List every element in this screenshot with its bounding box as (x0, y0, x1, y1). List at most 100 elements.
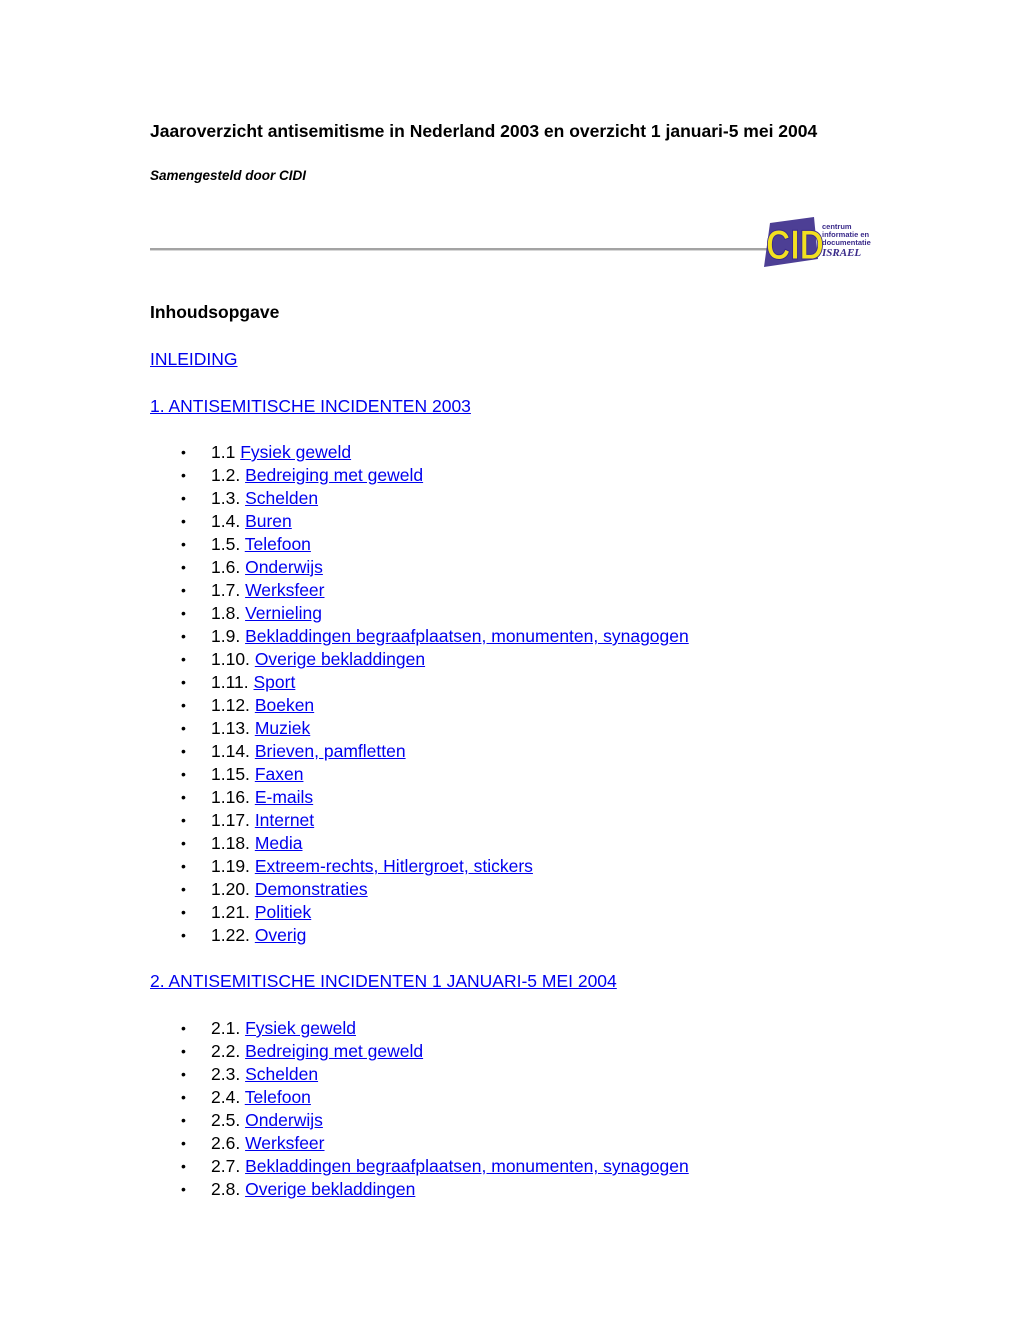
toc-item-number: 1.15. (211, 764, 250, 784)
toc-item-link[interactable]: Schelden (245, 1064, 318, 1084)
bullet-icon: • (181, 789, 186, 805)
toc-list-item: • 1.13. Muziek (150, 717, 689, 740)
toc-item-number: 1.4. (211, 511, 241, 531)
toc-item-link[interactable]: Extreem-rechts, Hitlergroet, stickers (255, 856, 533, 876)
toc-list-item: • 2.3. Schelden (150, 1063, 689, 1086)
toc-list-item: • 1.12. Boeken (150, 694, 689, 717)
toc-list-item: • 1.21. Politiek (150, 901, 689, 924)
toc-list-item: • 2.1. Fysiek geweld (150, 1017, 689, 1040)
toc-list-item: • 1.8. Vernieling (150, 602, 689, 625)
toc-item-link[interactable]: E-mails (255, 787, 313, 807)
bullet-icon: • (181, 927, 186, 943)
toc-list-item: • 2.7. Bekladdingen begraafplaatsen, monu… (150, 1155, 689, 1178)
toc-item-link[interactable]: Bedreiging met geweld (245, 1041, 423, 1061)
toc-list-item: • 1.3. Schelden (150, 487, 689, 510)
toc-link-section-1[interactable]: 1. ANTISEMITISCHE INCIDENTEN 2003 (150, 395, 471, 418)
bullet-icon: • (181, 490, 186, 506)
toc-list-item: • 1.2. Bedreiging met geweld (150, 464, 689, 487)
toc-item-number: 2.5. (211, 1110, 241, 1130)
toc-item-link[interactable]: Brieven, pamfletten (255, 741, 406, 761)
bullet-icon: • (181, 743, 186, 759)
bullet-icon: • (181, 904, 186, 920)
toc-item-number: 2.6. (211, 1133, 241, 1153)
toc-item-link[interactable]: Bekladdingen begraafplaatsen, monumenten… (245, 626, 689, 646)
toc-item-link[interactable]: Overig (255, 925, 307, 945)
toc-item-link[interactable]: Bedreiging met geweld (245, 465, 423, 485)
toc-item-number: 1.9. (211, 626, 241, 646)
toc-item-link[interactable]: Overige bekladdingen (245, 1179, 415, 1199)
toc-heading: Inhoudsopgave (150, 302, 280, 322)
toc-item-number: 1.6. (211, 557, 241, 577)
toc-item-link[interactable]: Overige bekladdingen (255, 649, 425, 669)
toc-item-link[interactable]: Schelden (245, 488, 318, 508)
bullet-icon: • (181, 628, 186, 644)
bullet-icon: • (181, 513, 186, 529)
toc-item-link[interactable]: Buren (245, 511, 292, 531)
toc-list-item: • 1.1 Fysiek geweld (150, 441, 689, 464)
toc-item-number: 1.8. (211, 603, 241, 623)
toc-item-link[interactable]: Sport (254, 672, 296, 692)
toc-item-number: 1.1 (211, 442, 236, 462)
toc-item-link[interactable]: Boeken (255, 695, 314, 715)
toc-sublist-section-2: • 2.1. Fysiek geweld • 2.2. Bedreiging met … (150, 1017, 689, 1201)
toc-list-item: • 2.4. Telefoon (150, 1086, 689, 1109)
toc-item-link[interactable]: Telefoon (245, 534, 311, 554)
bullet-icon: • (181, 674, 186, 690)
toc-item-number: 2.3. (211, 1064, 241, 1084)
toc-list-item: • 2.5. Onderwijs (150, 1109, 689, 1132)
toc-item-link[interactable]: Media (255, 833, 303, 853)
bullet-icon: • (181, 835, 186, 851)
header-divider (150, 248, 770, 251)
toc-list-item: • 2.8. Overige bekladdingen (150, 1178, 689, 1201)
toc-item-link[interactable]: Werksfeer (245, 1133, 324, 1153)
bullet-icon: • (181, 651, 186, 667)
toc-list-item: • 1.10. Overige bekladdingen (150, 648, 689, 671)
bullet-icon: • (181, 1112, 186, 1128)
toc-item-number: 1.5. (211, 534, 241, 554)
toc-item-link[interactable]: Telefoon (245, 1087, 311, 1107)
toc-item-number: 1.13. (211, 718, 250, 738)
toc-item-number: 1.10. (211, 649, 250, 669)
toc-item-link[interactable]: Demonstraties (255, 879, 368, 899)
toc-link-inleiding[interactable]: INLEIDING (150, 348, 238, 371)
toc-item-link[interactable]: Politiek (255, 902, 311, 922)
bullet-icon: • (181, 1135, 186, 1151)
toc-list-item: • 1.19. Extreem-rechts, Hitlergroet, stic… (150, 855, 689, 878)
toc-item-number: 1.12. (211, 695, 250, 715)
toc-item-link[interactable]: Fysiek geweld (240, 442, 351, 462)
toc-item-number: 2.7. (211, 1156, 241, 1176)
toc-item-link[interactable]: Internet (255, 810, 314, 830)
toc-item-link[interactable]: Onderwijs (245, 557, 323, 577)
toc-item-number: 1.3. (211, 488, 241, 508)
bullet-icon: • (181, 1181, 186, 1197)
toc-link-section-2[interactable]: 2. ANTISEMITISCHE INCIDENTEN 1 JANUARI-5… (150, 970, 617, 993)
bullet-icon: • (181, 605, 186, 621)
toc-list-item: • 1.14. Brieven, pamfletten (150, 740, 689, 763)
toc-item-number: 1.16. (211, 787, 250, 807)
document-subtitle: Samengesteld door CIDI (150, 168, 307, 183)
bullet-icon: • (181, 582, 186, 598)
toc-item-link[interactable]: Vernieling (245, 603, 322, 623)
bullet-icon: • (181, 812, 186, 828)
toc-item-link[interactable]: Muziek (255, 718, 310, 738)
bullet-icon: • (181, 1158, 186, 1174)
toc-item-number: 1.2. (211, 465, 241, 485)
toc-list-item: • 1.9. Bekladdingen begraafplaatsen, monu… (150, 625, 689, 648)
toc-list-item: • 1.11. Sport (150, 671, 689, 694)
toc-item-link[interactable]: Fysiek geweld (245, 1018, 356, 1038)
toc-item-number: 2.4. (211, 1087, 241, 1107)
toc-list-item: • 1.17. Internet (150, 809, 689, 832)
toc-sublist-section-1: • 1.1 Fysiek geweld • 1.2. Bedreiging met g… (150, 441, 689, 947)
toc-item-number: 1.19. (211, 856, 250, 876)
toc-item-link[interactable]: Faxen (255, 764, 304, 784)
toc-item-link[interactable]: Bekladdingen begraafplaatsen, monumenten… (245, 1156, 689, 1176)
toc-item-number: 1.20. (211, 879, 250, 899)
toc-item-link[interactable]: Werksfeer (245, 580, 324, 600)
toc-list-item: • 1.4. Buren (150, 510, 689, 533)
bullet-icon: • (181, 444, 186, 460)
bullet-icon: • (181, 766, 186, 782)
logo-country: ISRAEL (821, 247, 861, 259)
toc-item-link[interactable]: Onderwijs (245, 1110, 323, 1130)
toc-item-number: 1.18. (211, 833, 250, 853)
bullet-icon: • (181, 1066, 186, 1082)
